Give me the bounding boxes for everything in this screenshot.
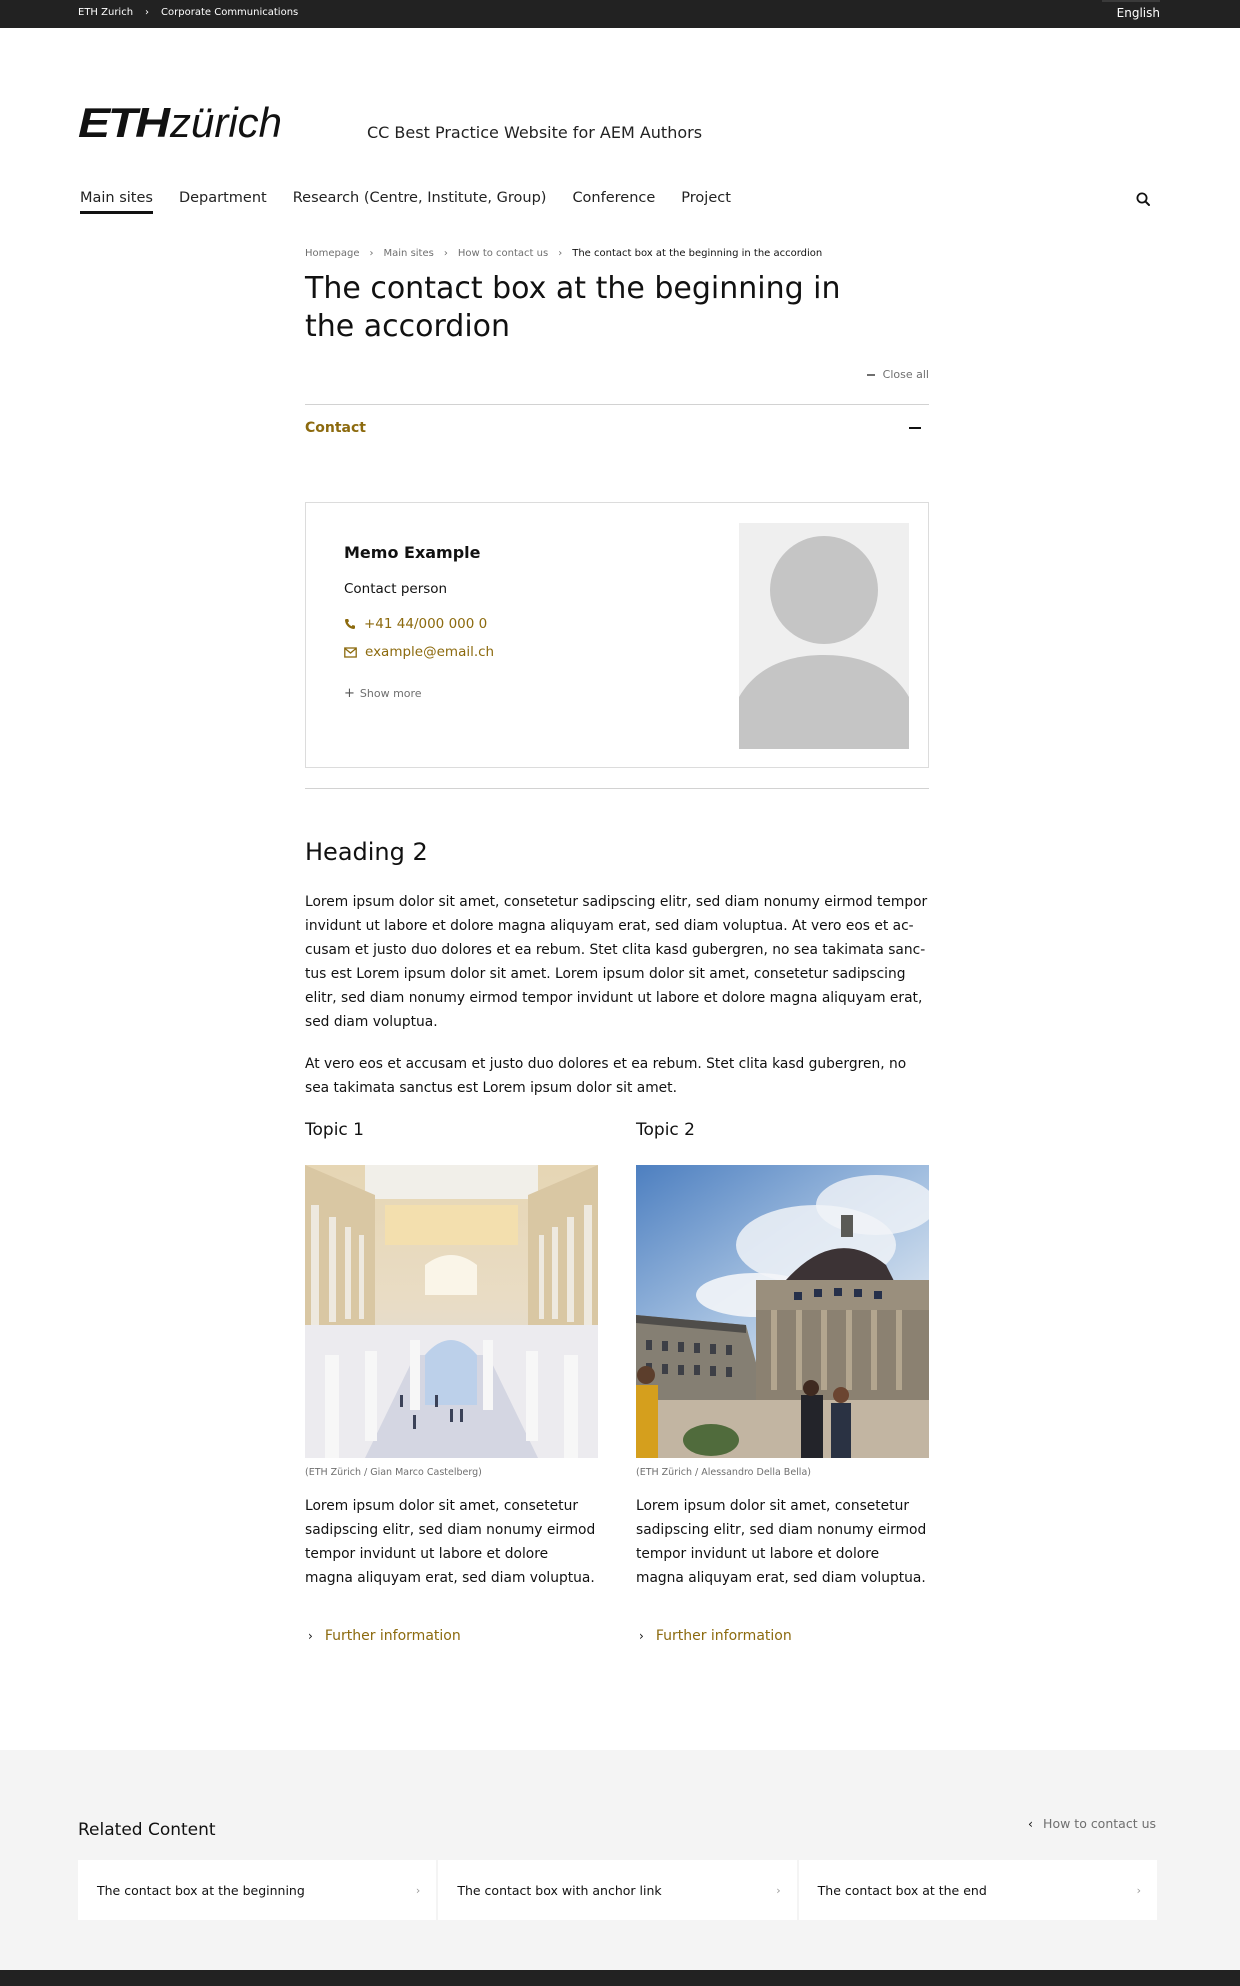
accordion-divider-bottom — [305, 788, 929, 789]
minus-icon — [866, 373, 875, 376]
related-content-section: Related Content ‹ How to contact us The … — [0, 1750, 1240, 1970]
related-card-label: The contact box at the end — [817, 1882, 987, 1898]
topic-title: Topic 1 — [305, 1120, 364, 1140]
body-paragraph-1: Lorem ipsum dolor sit amet, consetetur s… — [305, 894, 928, 1030]
site-footer — [0, 1970, 1240, 1986]
search-icon — [1136, 192, 1150, 206]
breadcrumb-homepage[interactable]: Homepage — [305, 248, 360, 259]
image-caption: (ETH Zürich / Gian Marco Castelberg) — [305, 1467, 482, 1478]
logo-eth: ETH — [78, 99, 170, 146]
back-link-label: How to contact us — [1043, 1816, 1156, 1831]
accordion-label: Contact — [305, 420, 366, 436]
nav-item-project[interactable]: Project — [681, 190, 731, 214]
chevron-left-icon: ‹ — [1028, 1816, 1034, 1831]
related-card-label: The contact box with anchor link — [457, 1882, 662, 1898]
person-placeholder-icon — [739, 536, 909, 749]
related-content-heading: Related Content — [78, 1820, 216, 1840]
contact-phone-link[interactable]: +41 44/000 000 0 — [344, 616, 487, 632]
nav-item-conference[interactable]: Conference — [572, 190, 655, 214]
related-card[interactable]: The contact box at the beginning › — [78, 1860, 437, 1920]
accordion-divider-top — [305, 404, 929, 405]
image-caption: (ETH Zürich / Alessandro Della Bella) — [636, 1467, 811, 1478]
chevron-right-icon: › — [1136, 1883, 1141, 1897]
close-all-button[interactable]: Close all — [866, 368, 929, 381]
topic-card-2: Topic 2 (ETH Zürich / Alessandro Della B… — [636, 1120, 929, 1644]
nav-item-department[interactable]: Department — [179, 190, 267, 214]
contact-avatar-placeholder — [739, 523, 909, 749]
chevron-right-icon: › — [308, 1629, 313, 1643]
section-heading: Heading 2 — [305, 838, 428, 866]
chevron-right-icon: › — [145, 7, 150, 18]
language-switcher[interactable]: English — [1117, 6, 1160, 20]
chevron-right-icon: › — [369, 248, 374, 259]
related-card[interactable]: The contact box at the end › — [798, 1860, 1157, 1920]
further-information-link[interactable]: › Further information — [636, 1628, 929, 1644]
eth-zurich-logo[interactable]: ETH zürich — [78, 102, 282, 144]
topic-image-main-building — [636, 1165, 929, 1458]
topic-title: Topic 2 — [636, 1120, 695, 1140]
language-tab-indicator — [1102, 0, 1160, 2]
top-breadcrumb-eth-zurich[interactable]: ETH Zurich — [78, 7, 133, 18]
top-breadcrumb-corporate-communications[interactable]: Corporate Communications — [161, 7, 298, 18]
phone-icon — [345, 619, 355, 629]
breadcrumb-current: The contact box at the beginning in the … — [572, 248, 823, 259]
contact-phone: +41 44/000 000 0 — [364, 616, 488, 632]
page-title: The contact box at the beginning in the … — [305, 271, 841, 344]
chevron-right-icon: › — [639, 1629, 644, 1643]
breadcrumb-how-to-contact-us[interactable]: How to contact us — [458, 248, 548, 259]
nav-item-main-sites[interactable]: Main sites — [80, 190, 153, 214]
topic-text: Lorem ipsum dolor sit amet, consetetur s… — [636, 1498, 927, 1586]
chevron-right-icon: › — [415, 1883, 421, 1897]
breadcrumb: Homepage › Main sites › How to contact u… — [305, 248, 929, 259]
atrium-image — [305, 1165, 598, 1458]
further-information-link[interactable]: › Further information — [305, 1628, 598, 1644]
topic-card-1: Topic 1 (ETH Zürich / Gian Marco Castelb… — [305, 1120, 598, 1644]
nav-item-research[interactable]: Research (Centre, Institute, Group) — [293, 190, 547, 214]
further-information-label: Further information — [324, 1628, 461, 1644]
contact-role: Contact person — [344, 581, 448, 597]
body-paragraph-2: At vero eos et accusam et justo duo dolo… — [305, 1056, 907, 1096]
related-cards: The contact box at the beginning › The c… — [78, 1860, 1157, 1920]
site-header: ETH zürich CC Best Practice Website for … — [0, 28, 1240, 214]
accordion-header-contact[interactable]: Contact — [305, 406, 929, 450]
show-more-button[interactable]: + Show more — [344, 686, 422, 701]
main-navigation: Main sites Department Research (Centre, … — [80, 190, 731, 214]
top-breadcrumb: ETH Zurich › Corporate Communications — [78, 7, 298, 18]
contact-card: Memo Example Contact person +41 44/000 0… — [305, 502, 929, 768]
mail-icon — [344, 646, 357, 658]
main-building-image — [636, 1165, 929, 1458]
close-all-label: Close all — [882, 368, 929, 381]
plus-icon: + — [344, 686, 355, 701]
logo-zurich: zürich — [170, 99, 283, 146]
top-bar: ETH Zurich › Corporate Communications En… — [0, 0, 1240, 28]
related-card[interactable]: The contact box with anchor link › — [438, 1860, 797, 1920]
chevron-right-icon: › — [558, 248, 563, 259]
site-title[interactable]: CC Best Practice Website for AEM Authors — [367, 123, 702, 142]
search-button[interactable] — [1134, 190, 1154, 210]
contact-name: Memo Example — [344, 543, 481, 562]
further-information-label: Further information — [655, 1628, 792, 1644]
contact-email: example@email.ch — [365, 644, 495, 660]
collapse-icon — [909, 427, 921, 429]
topic-text: Lorem ipsum dolor sit amet, consetetur s… — [305, 1498, 596, 1586]
contact-email-link[interactable]: example@email.ch — [344, 644, 494, 660]
related-card-label: The contact box at the beginning — [97, 1882, 305, 1898]
chevron-right-icon: › — [443, 248, 448, 259]
breadcrumb-main-sites[interactable]: Main sites — [384, 248, 434, 259]
show-more-label: Show more — [359, 687, 422, 700]
topic-image-atrium — [305, 1165, 598, 1458]
back-to-parent-link[interactable]: ‹ How to contact us — [1028, 1816, 1156, 1831]
chevron-right-icon: › — [776, 1883, 781, 1897]
